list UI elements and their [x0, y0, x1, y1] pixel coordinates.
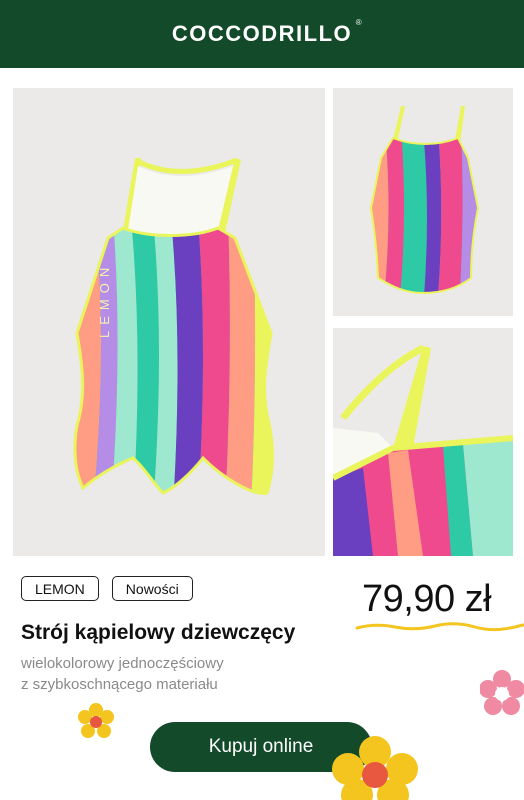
flower-icon [78, 703, 114, 738]
description-line-1: wielokolorowy jednoczęściowy [21, 655, 224, 672]
product-price: 79,90 zł [362, 578, 492, 620]
tag-new[interactable]: Nowości [111, 576, 193, 601]
flower-pink-icon [480, 670, 524, 715]
product-gallery: LEMON [13, 88, 513, 556]
brand-name: COCCODRILLO [171, 21, 353, 46]
brand-logo[interactable]: COCCODRILLO ® [171, 18, 362, 47]
product-page: COCCODRILLO ® LEMON LEMON Nowości 79,90 … [0, 0, 524, 800]
registered-mark: ® [355, 18, 364, 27]
swimsuit-small-illustration [333, 88, 513, 316]
flower-large-icon [332, 736, 418, 800]
swimsuit-closeup-illustration [333, 328, 513, 556]
garment-print-text: LEMON [97, 262, 112, 338]
product-image-main[interactable]: LEMON [13, 88, 325, 556]
description-line-2: z szybkoschnącego materiału [21, 676, 218, 693]
swimsuit-front-illustration: LEMON [13, 88, 325, 556]
header-bar: COCCODRILLO ® [0, 0, 524, 68]
tag-lemon[interactable]: LEMON [21, 576, 99, 601]
price-underline-decoration [355, 622, 524, 632]
product-image-thumb-1[interactable] [333, 88, 513, 316]
product-tags: LEMON Nowości [21, 576, 193, 601]
product-image-thumb-2[interactable] [333, 328, 513, 556]
product-title: Strój kąpielowy dziewczęcy [21, 621, 296, 644]
product-description: wielokolorowy jednoczęściowy z szybkosch… [21, 653, 224, 695]
